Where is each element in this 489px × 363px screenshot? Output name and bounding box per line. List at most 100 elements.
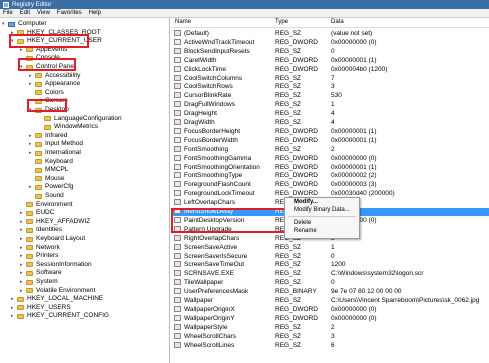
string-value-icon: [174, 252, 181, 259]
value-type: REG_BINARY: [275, 288, 317, 296]
value-row[interactable]: CoolSwitchColumns REG_SZ 7: [171, 74, 489, 83]
value-row[interactable]: (Default) REG_SZ (value not set): [171, 30, 489, 38]
string-value-icon: [174, 30, 181, 36]
tree-item[interactable]: ▸ Software: [20, 269, 62, 277]
value-row[interactable]: WheelScrollLines REG_SZ 6: [171, 341, 489, 350]
tree-item[interactable]: ▸ SessionInformation: [20, 261, 92, 269]
value-row[interactable]: DragHeight REG_SZ 4: [171, 110, 489, 118]
value-row[interactable]: ForegroundFlashCount REG_DWORD 0x00000003 …: [171, 181, 489, 189]
column-name-header[interactable]: Name: [175, 19, 191, 25]
value-row[interactable]: CaretWidth REG_DWORD 0x00000001 (1): [171, 56, 489, 65]
value-type: REG_DWORD: [275, 154, 318, 162]
expand-arrow-icon[interactable]: ▸: [20, 218, 25, 226]
value-row[interactable]: ActiveWndTrackTimeout REG_DWORD 0x00000000…: [171, 38, 489, 47]
expand-arrow-icon[interactable]: ▸: [20, 261, 25, 269]
tree-item[interactable]: ▸ Infrared: [29, 132, 67, 140]
menu-edit[interactable]: Edit: [20, 10, 30, 16]
expand-arrow-icon[interactable]: ▸: [11, 295, 16, 303]
expand-arrow-icon[interactable]: ▸: [20, 235, 25, 243]
expand-arrow-icon[interactable]: ▸: [11, 304, 16, 312]
expand-arrow-icon[interactable]: ▸: [20, 287, 25, 295]
expand-arrow-icon[interactable]: ▸: [29, 183, 34, 191]
tree-item[interactable]: Keyboard: [29, 158, 73, 166]
value-row[interactable]: DragWidth REG_SZ 4: [171, 119, 489, 127]
value-row[interactable]: WallpaperOriginX REG_DWORD 0x00000000 (0): [171, 305, 489, 314]
tree-item[interactable]: Environment: [20, 201, 73, 209]
tree-item[interactable]: Sound: [29, 192, 64, 200]
value-row[interactable]: FontSmoothingGamma REG_DWORD 0x00000000 (0…: [171, 154, 489, 163]
expand-arrow-icon[interactable]: ▸: [29, 149, 34, 157]
expand-arrow-icon[interactable]: ▸: [20, 226, 25, 234]
tree-item[interactable]: ▸ Accessibility: [29, 72, 80, 80]
value-row[interactable]: TileWallpaper REG_SZ 0: [171, 279, 489, 287]
column-data-header[interactable]: Data: [331, 19, 344, 25]
tree-item[interactable]: ▸ Input Method: [29, 140, 83, 148]
expand-arrow-icon[interactable]: ▸: [20, 252, 25, 260]
value-name: WallpaperStyle: [184, 323, 228, 331]
menu-help[interactable]: Help: [89, 10, 101, 16]
tree-item[interactable]: LanguageConfiguration: [38, 115, 122, 123]
binary-value-icon: [174, 38, 181, 45]
value-type: REG_SZ: [275, 101, 302, 109]
tree-item[interactable]: ▸ HKEY_LOCAL_MACHINE: [11, 295, 103, 303]
value-row[interactable]: WallpaperStyle REG_SZ 2: [171, 323, 489, 332]
value-row[interactable]: UserPreferencesMask REG_BINARY 9e 7e 07 80…: [171, 288, 489, 296]
tree-item[interactable]: ▸ Identities: [20, 226, 62, 234]
value-row[interactable]: FocusBorderWidth REG_DWORD 0x00000001 (1): [171, 136, 489, 145]
value-row[interactable]: FontSmoothing REG_SZ 2: [171, 145, 489, 154]
expand-arrow-icon[interactable]: ▸: [20, 209, 25, 217]
expand-arrow-icon[interactable]: ▸: [20, 278, 25, 286]
menu-file[interactable]: File: [3, 10, 13, 16]
column-type-header[interactable]: Type: [275, 19, 288, 25]
expand-arrow-icon[interactable]: ▸: [20, 244, 25, 252]
value-row[interactable]: BlockSendInputResets REG_SZ 0: [171, 47, 489, 56]
value-row[interactable]: FontSmoothingType REG_DWORD 0x00000002 (2): [171, 172, 489, 180]
tree-item[interactable]: ▸ International: [29, 149, 81, 157]
menu-favorites[interactable]: Favorites: [57, 10, 82, 16]
context-rename[interactable]: Rename: [285, 227, 359, 235]
value-row[interactable]: Wallpaper REG_SZ C:\Users\Vincent Sparrebo…: [171, 297, 489, 305]
value-row[interactable]: ScreenSaveActive REG_SZ 1: [171, 243, 489, 252]
context-modify[interactable]: Modify...: [285, 198, 359, 206]
value-name: RightOverlapChars: [184, 234, 240, 242]
value-row[interactable]: ScreenSaveTimeOut REG_SZ 1200: [171, 261, 489, 269]
expand-arrow-icon[interactable]: ▾: [2, 20, 7, 28]
value-row[interactable]: DragFullWindows REG_SZ 1: [171, 101, 489, 109]
tree-item[interactable]: WindowMetrics: [38, 123, 98, 131]
tree-item[interactable]: ▸ Printers: [20, 252, 58, 260]
context-delete[interactable]: Delete: [285, 219, 359, 227]
value-name: CoolSwitchRows: [184, 83, 233, 91]
tree-item[interactable]: ▸ Network: [20, 244, 60, 252]
value-row[interactable]: ScreenSaverIsSecure REG_SZ 0: [171, 252, 489, 261]
tree-item[interactable]: Colors: [29, 89, 64, 97]
tree-item[interactable]: ▸ HKEY_USERS: [11, 304, 71, 312]
tree-item[interactable]: ▾ Computer: [2, 20, 47, 28]
expand-arrow-icon[interactable]: ▸: [29, 132, 34, 140]
tree-item[interactable]: ▸ Volatile Environment: [20, 287, 95, 295]
value-row[interactable]: CursorBlinkRate REG_SZ 530: [171, 92, 489, 100]
expand-arrow-icon[interactable]: ▸: [29, 80, 34, 88]
tree-item[interactable]: Mouse: [29, 175, 65, 183]
value-row[interactable]: CoolSwitchRows REG_SZ 3: [171, 83, 489, 91]
tree-item[interactable]: ▸ System: [20, 278, 58, 286]
value-row[interactable]: WallpaperOriginY REG_DWORD 0x00000000 (0): [171, 314, 489, 323]
value-row[interactable]: FontSmoothingOrientation REG_DWORD 0x00000…: [171, 163, 489, 172]
expand-arrow-icon[interactable]: ▸: [29, 140, 34, 148]
expand-arrow-icon[interactable]: ▸: [29, 72, 34, 80]
tree-item[interactable]: ▸ PowerCfg: [29, 183, 74, 191]
tree-item[interactable]: ▸ Keyboard Layout: [20, 235, 85, 243]
menu-view[interactable]: View: [37, 10, 50, 16]
tree-item[interactable]: ▸ Appearance: [29, 80, 80, 88]
expand-arrow-icon[interactable]: ▸: [20, 269, 25, 277]
tree-item[interactable]: ▸ HKEY_CURRENT_CONFIG: [11, 312, 109, 320]
value-row[interactable]: SCRNSAVE.EXE REG_SZ C:\Windows\system32\lo…: [171, 270, 489, 278]
context-modify-binary[interactable]: Modify Binary Data...: [285, 206, 359, 214]
tree-item[interactable]: ▸ HKEY_AFFADWIZ: [20, 218, 90, 226]
value-row[interactable]: FocusBorderHeight REG_DWORD 0x00000001 (1): [171, 127, 489, 136]
value-row[interactable]: ClickLockTime REG_DWORD 0x000004b0 (1200): [171, 65, 489, 74]
value-data: 2: [331, 323, 335, 331]
expand-arrow-icon[interactable]: ▸: [11, 312, 16, 320]
tree-item[interactable]: ▸ EUDC: [20, 209, 54, 217]
tree-item[interactable]: MMCPL: [29, 166, 68, 174]
value-row[interactable]: WheelScrollChars REG_SZ 3: [171, 332, 489, 341]
